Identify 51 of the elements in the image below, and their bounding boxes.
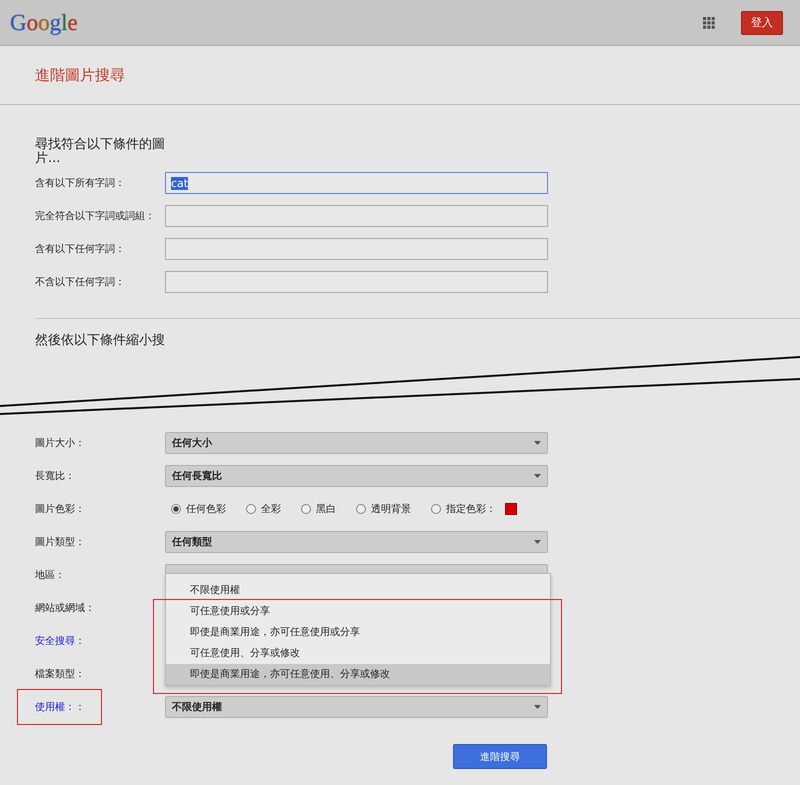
- text-field[interactable]: cat: [165, 172, 548, 194]
- field-label: 含有以下所有字詞：: [35, 176, 126, 190]
- caret-icon: [534, 441, 541, 445]
- radio-label: 透明背景: [371, 502, 411, 516]
- dropdown-select[interactable]: 不限使用權: [165, 696, 548, 718]
- radio-button[interactable]: [246, 504, 256, 514]
- apps-grid-icon[interactable]: [703, 16, 715, 28]
- text-field[interactable]: [165, 271, 548, 293]
- field-label: 網站或網域：: [35, 602, 95, 615]
- color-swatch[interactable]: [505, 503, 517, 515]
- field-label: 圖片類型：: [35, 536, 85, 549]
- dropdown-option[interactable]: 可任意使用或分享: [166, 601, 550, 622]
- page-title: 進階圖片搜尋: [35, 66, 125, 84]
- dropdown-option[interactable]: 不限使用權: [166, 580, 550, 601]
- label-link[interactable]: 安全搜尋：: [35, 634, 85, 648]
- dropdown-select[interactable]: 任何類型: [165, 531, 548, 553]
- section-heading: 尋找符合以下條件的圖片...: [35, 138, 166, 166]
- field-label: 完全符合以下字詞或詞組：: [35, 210, 156, 223]
- caret-icon: [534, 705, 541, 709]
- dropdown-select[interactable]: 任何大小: [165, 432, 548, 454]
- radio-label: 指定色彩：: [446, 502, 496, 516]
- field-label: 不含以下任何字詞：: [35, 276, 126, 289]
- field-label: 檔案類型：: [35, 668, 85, 681]
- caret-icon: [534, 540, 541, 544]
- label-link[interactable]: 使用權：：: [17, 689, 102, 725]
- select-value: 任何長寬比: [172, 469, 222, 483]
- sign-in-button[interactable]: 登入: [741, 10, 783, 34]
- radio-label: 黑白: [316, 503, 336, 516]
- advanced-search-button[interactable]: 進階搜尋: [453, 744, 547, 769]
- text-field[interactable]: [165, 238, 548, 260]
- dropdown-option[interactable]: 可任意使用、分享或修改: [166, 643, 550, 664]
- radio-button[interactable]: [431, 504, 441, 514]
- radio-label: 任何色彩: [186, 503, 226, 516]
- radio-label: 全彩: [261, 503, 281, 516]
- select-value: 不限使用權: [172, 700, 222, 714]
- field-label: 含有以下任何字詞：: [35, 242, 126, 256]
- dropdown-option[interactable]: 即使是商業用途，亦可任意使用、分享或修改: [166, 664, 550, 685]
- text-field[interactable]: [165, 205, 548, 227]
- radio-button[interactable]: [171, 504, 181, 514]
- caret-icon: [534, 474, 541, 478]
- field-label: 圖片色彩：: [35, 502, 85, 516]
- radio-button[interactable]: [301, 504, 311, 514]
- select-value: 任何類型: [172, 536, 212, 549]
- select-value: 任何大小: [172, 436, 212, 450]
- field-label: 長寬比：: [35, 470, 75, 483]
- field-label: 圖片大小：: [35, 436, 85, 450]
- field-label: 地區：: [35, 568, 65, 582]
- dropdown-select[interactable]: 任何長寬比: [165, 465, 548, 487]
- radio-button[interactable]: [356, 504, 366, 514]
- section-heading: 然後依以下條件縮小搜: [34, 334, 166, 348]
- dropdown-option[interactable]: 即使是商業用途，亦可任意使用或分享: [166, 622, 550, 643]
